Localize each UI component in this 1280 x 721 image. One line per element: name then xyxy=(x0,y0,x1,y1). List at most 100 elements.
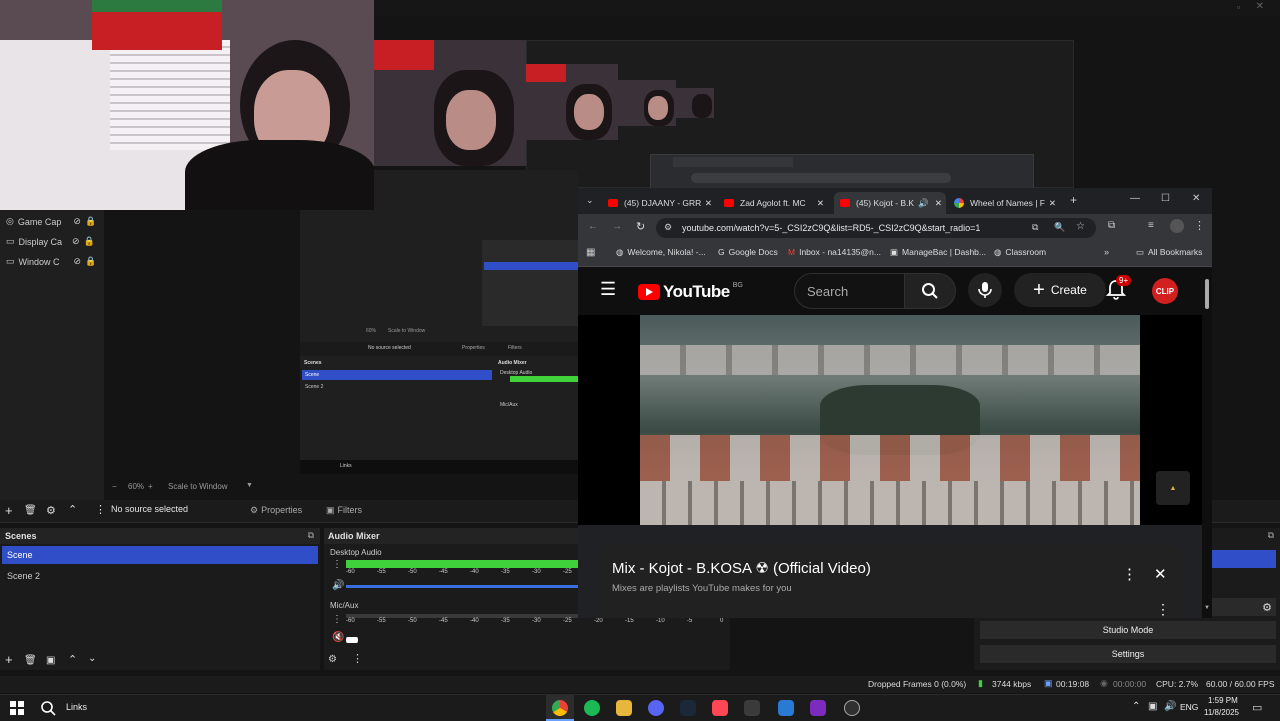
zoom-icon[interactable]: 🔍 xyxy=(1054,222,1065,233)
new-tab-icon[interactable]: + xyxy=(1070,193,1077,207)
source-item[interactable]: ▭ Window C ⊘ 🔒 xyxy=(6,256,96,267)
search-input[interactable]: Search xyxy=(794,273,906,309)
site-info-icon[interactable]: ⚙ xyxy=(664,222,672,233)
discord-icon[interactable] xyxy=(648,700,664,716)
search-button[interactable] xyxy=(904,273,956,309)
chevron-up-icon[interactable]: ⌃ xyxy=(68,503,77,516)
close-tab-icon[interactable]: ✕ xyxy=(1049,198,1060,209)
language-indicator[interactable]: ENG xyxy=(1180,702,1198,712)
replay-settings-button[interactable]: ⚙ xyxy=(1212,598,1276,616)
spotify-icon[interactable] xyxy=(584,700,600,716)
valorant-icon[interactable] xyxy=(712,700,728,716)
scene-item[interactable]: Scene 2 xyxy=(7,571,40,581)
windows-start-icon[interactable] xyxy=(10,701,24,715)
minimize-icon[interactable]: — xyxy=(1130,193,1140,204)
tab[interactable]: (45) DJAANY - GRR ✕ xyxy=(608,192,716,214)
bookmark[interactable]: ◍ Classroom xyxy=(994,247,1046,258)
maximize-icon[interactable]: ▫ xyxy=(1237,2,1240,12)
settings-app-icon[interactable] xyxy=(744,700,760,716)
close-tab-icon[interactable]: ✕ xyxy=(935,198,946,209)
scene-item[interactable]: Scene xyxy=(2,546,318,564)
forward-icon[interactable]: → xyxy=(612,221,622,232)
zoom-out-button[interactable]: − xyxy=(112,482,117,491)
back-icon[interactable]: ← xyxy=(588,221,598,232)
bookmark[interactable]: ◍ Welcome, Nikola! -... xyxy=(616,247,706,258)
visibility-icon[interactable]: ⊘ xyxy=(72,236,80,247)
mic-muted-icon[interactable]: 🔇 xyxy=(332,632,344,643)
scroll-down-icon[interactable]: ▼ xyxy=(1204,605,1210,611)
lock-icon[interactable]: 🔒 xyxy=(85,216,96,227)
apps-grid-icon[interactable]: ▦ xyxy=(586,247,595,258)
volume-icon[interactable]: 🔊 xyxy=(1164,701,1176,712)
tab-search-icon[interactable]: ⌄ xyxy=(586,195,594,206)
close-window-icon[interactable]: ✕ xyxy=(1256,1,1264,12)
notifications-button[interactable]: 9+ xyxy=(1106,275,1132,303)
maximize-icon[interactable]: ☐ xyxy=(1161,193,1170,204)
media-controls-icon[interactable]: ≡ xyxy=(1148,220,1154,231)
chevron-down-icon[interactable]: ⌄ xyxy=(88,653,96,664)
chevron-down-icon[interactable]: ▼ xyxy=(246,482,253,489)
more-vertical-icon[interactable]: ⋮ xyxy=(352,652,363,665)
address-bar[interactable]: ⚙ youtube.com/watch?v=5-_CSI2zC9Q&list=R… xyxy=(656,218,1096,238)
youtube-logo[interactable]: YouTube BG xyxy=(638,282,743,302)
reload-icon[interactable]: ↻ xyxy=(636,220,645,233)
bookmark[interactable]: G Google Docs xyxy=(718,247,778,257)
channel-watermark[interactable]: ▲ xyxy=(1156,471,1190,505)
next-app-icon[interactable] xyxy=(810,700,826,716)
gear-icon[interactable]: ⚙ xyxy=(46,504,56,517)
tray-app-icon[interactable]: ▣ xyxy=(1148,701,1157,712)
close-window-icon[interactable]: ✕ xyxy=(1192,193,1200,204)
chrome-menu-icon[interactable]: ⋮ xyxy=(1194,219,1205,232)
scale-mode-select[interactable]: Scale to Window xyxy=(168,482,228,491)
lock-icon[interactable]: 🔒 xyxy=(85,256,96,267)
trash-icon[interactable]: 🗑 xyxy=(24,505,37,516)
more-bookmarks-icon[interactable]: » xyxy=(1104,247,1109,257)
settings-button[interactable]: Settings xyxy=(980,645,1276,663)
more-vertical-icon[interactable]: ⋮ xyxy=(1156,601,1170,618)
mix-title[interactable]: Mix - Kojot - B.KOSA ☢ (Official Video) xyxy=(612,559,871,577)
file-explorer-icon[interactable] xyxy=(616,700,632,716)
bookmark[interactable]: M Inbox - na14135@n... xyxy=(788,247,881,257)
notification-center-icon[interactable]: ▭ xyxy=(1252,701,1262,714)
hamburger-menu-icon[interactable]: ☰ xyxy=(600,279,616,300)
more-vertical-icon[interactable]: ⋮ xyxy=(95,503,106,516)
dock-menu-icon[interactable]: ⧉ xyxy=(1268,530,1274,541)
create-button[interactable]: + Create xyxy=(1014,273,1106,307)
visibility-icon[interactable]: ⊘ xyxy=(73,216,81,227)
close-tab-icon[interactable]: ✕ xyxy=(817,198,828,209)
add-scene-icon[interactable]: + xyxy=(5,652,13,667)
dock-menu-icon[interactable]: ⧉ xyxy=(308,530,314,541)
chevron-up-icon[interactable]: ⌃ xyxy=(68,653,77,666)
trash-icon[interactable]: 🗑 xyxy=(24,655,37,666)
visibility-icon[interactable]: ⊘ xyxy=(74,256,82,267)
account-avatar[interactable]: CLIP xyxy=(1152,278,1178,304)
video-player[interactable]: ▲ xyxy=(578,315,1202,525)
obs-icon[interactable] xyxy=(844,700,860,716)
properties-button[interactable]: ⚙ Properties xyxy=(250,502,316,518)
tab[interactable]: Wheel of Names | F ✕ xyxy=(954,192,1060,214)
voice-search-button[interactable] xyxy=(968,273,1002,307)
close-icon[interactable]: ✕ xyxy=(1154,565,1167,583)
filters-button[interactable]: ▣ Filters xyxy=(326,502,378,518)
gear-icon[interactable]: ⚙ xyxy=(328,654,337,665)
vscode-icon[interactable] xyxy=(778,700,794,716)
filter-icon[interactable]: ▣ xyxy=(46,655,55,666)
taskbar-search-text[interactable]: Links xyxy=(66,702,87,712)
clock-time[interactable]: 1:59 PM xyxy=(1208,696,1238,705)
more-vertical-icon[interactable]: ⋮ xyxy=(1122,565,1137,583)
more-vertical-icon[interactable]: ⋮ xyxy=(332,614,342,625)
tab[interactable]: Zad Agolot ft. MC ✕ xyxy=(724,192,828,214)
start-streaming-button[interactable] xyxy=(1212,550,1276,568)
tab-active[interactable]: (45) Kojot - B.K 🔊 ✕ xyxy=(834,192,946,214)
more-vertical-icon[interactable]: ⋮ xyxy=(332,559,342,570)
extensions-icon[interactable]: ⧉ xyxy=(1108,220,1115,231)
taskbar-chrome[interactable] xyxy=(546,695,574,721)
search-icon[interactable] xyxy=(40,700,56,716)
speaker-icon[interactable]: 🔊 xyxy=(332,580,344,591)
page-scrollbar[interactable]: ▼ xyxy=(1202,267,1212,618)
chevron-up-icon[interactable]: ⌃ xyxy=(1132,701,1140,712)
add-source-icon[interactable]: + xyxy=(5,503,13,518)
zoom-in-button[interactable]: + xyxy=(148,482,153,491)
bookmark-star-icon[interactable]: ☆ xyxy=(1076,221,1085,232)
all-bookmarks-button[interactable]: ▭ All Bookmarks xyxy=(1136,247,1202,258)
